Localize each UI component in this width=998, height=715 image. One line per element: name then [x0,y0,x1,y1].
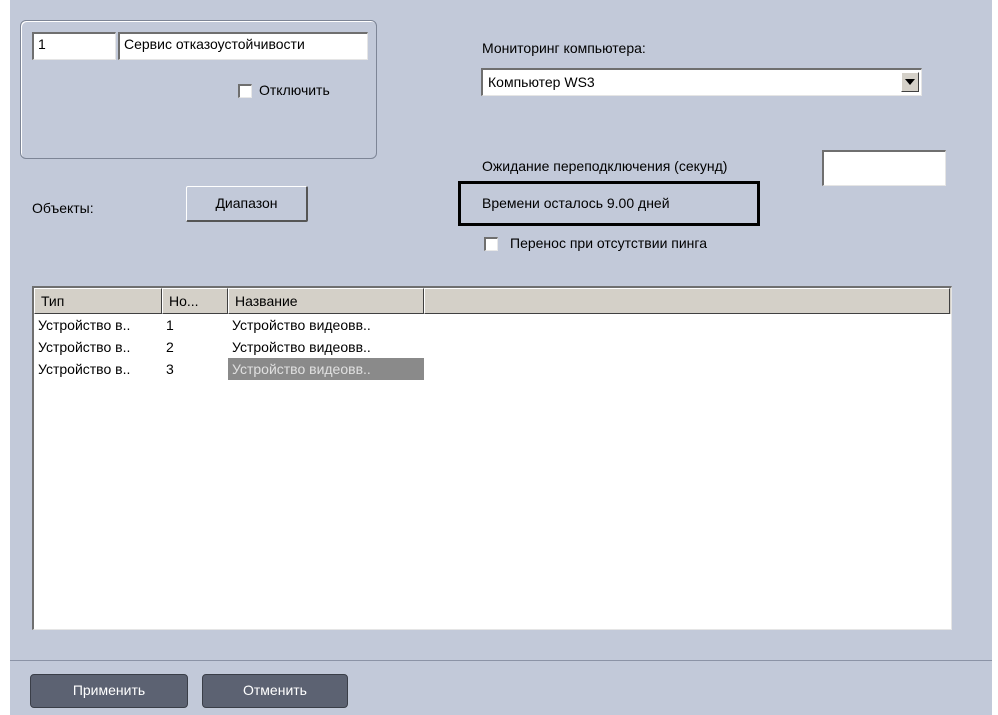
reconnect-seconds-field[interactable] [822,150,946,186]
cell-name: Устройство видеовв.. [232,317,371,333]
disable-checkbox[interactable] [238,84,252,98]
cell-type: Устройство в.. [38,361,131,377]
ping-transfer-checkbox[interactable] [484,237,498,251]
cell-number: 3 [166,361,174,377]
monitoring-label: Мониторинг компьютера: [482,40,646,56]
computer-select-value: Компьютер WS3 [488,74,595,90]
ping-transfer-label: Перенос при отсутствии пинга [510,235,707,251]
disable-label: Отключить [259,82,330,98]
column-header-number[interactable]: Но... [162,288,228,314]
range-button[interactable]: Диапазон [186,186,308,222]
cell-type: Устройство в.. [38,317,131,333]
cell-number: 1 [166,317,174,333]
cancel-button[interactable]: Отменить [202,674,348,708]
id-field[interactable]: 1 [32,32,116,60]
objects-table[interactable]: Тип Но... Название Устройство в.. 1 Устр… [32,286,952,630]
name-field[interactable]: Сервис отказоустойчивости [118,32,368,60]
cell-number: 2 [166,339,174,355]
table-header: Тип Но... Название [34,288,951,314]
column-header-name[interactable]: Название [228,288,424,314]
cell-name-selected: Устройство видеовв.. [228,358,424,380]
reconnect-label: Ожидание переподключения (секунд) [482,158,728,174]
column-header-filler [424,288,950,314]
objects-label: Объекты: [32,200,94,216]
chevron-down-icon[interactable] [901,72,919,92]
cell-name: Устройство видеовв.. [232,339,371,355]
computer-select[interactable]: Компьютер WS3 [481,68,922,96]
cell-type: Устройство в.. [38,339,131,355]
column-header-type[interactable]: Тип [34,288,162,314]
time-left-label: Времени осталось 9.00 дней [482,195,670,211]
apply-button[interactable]: Применить [30,674,188,708]
